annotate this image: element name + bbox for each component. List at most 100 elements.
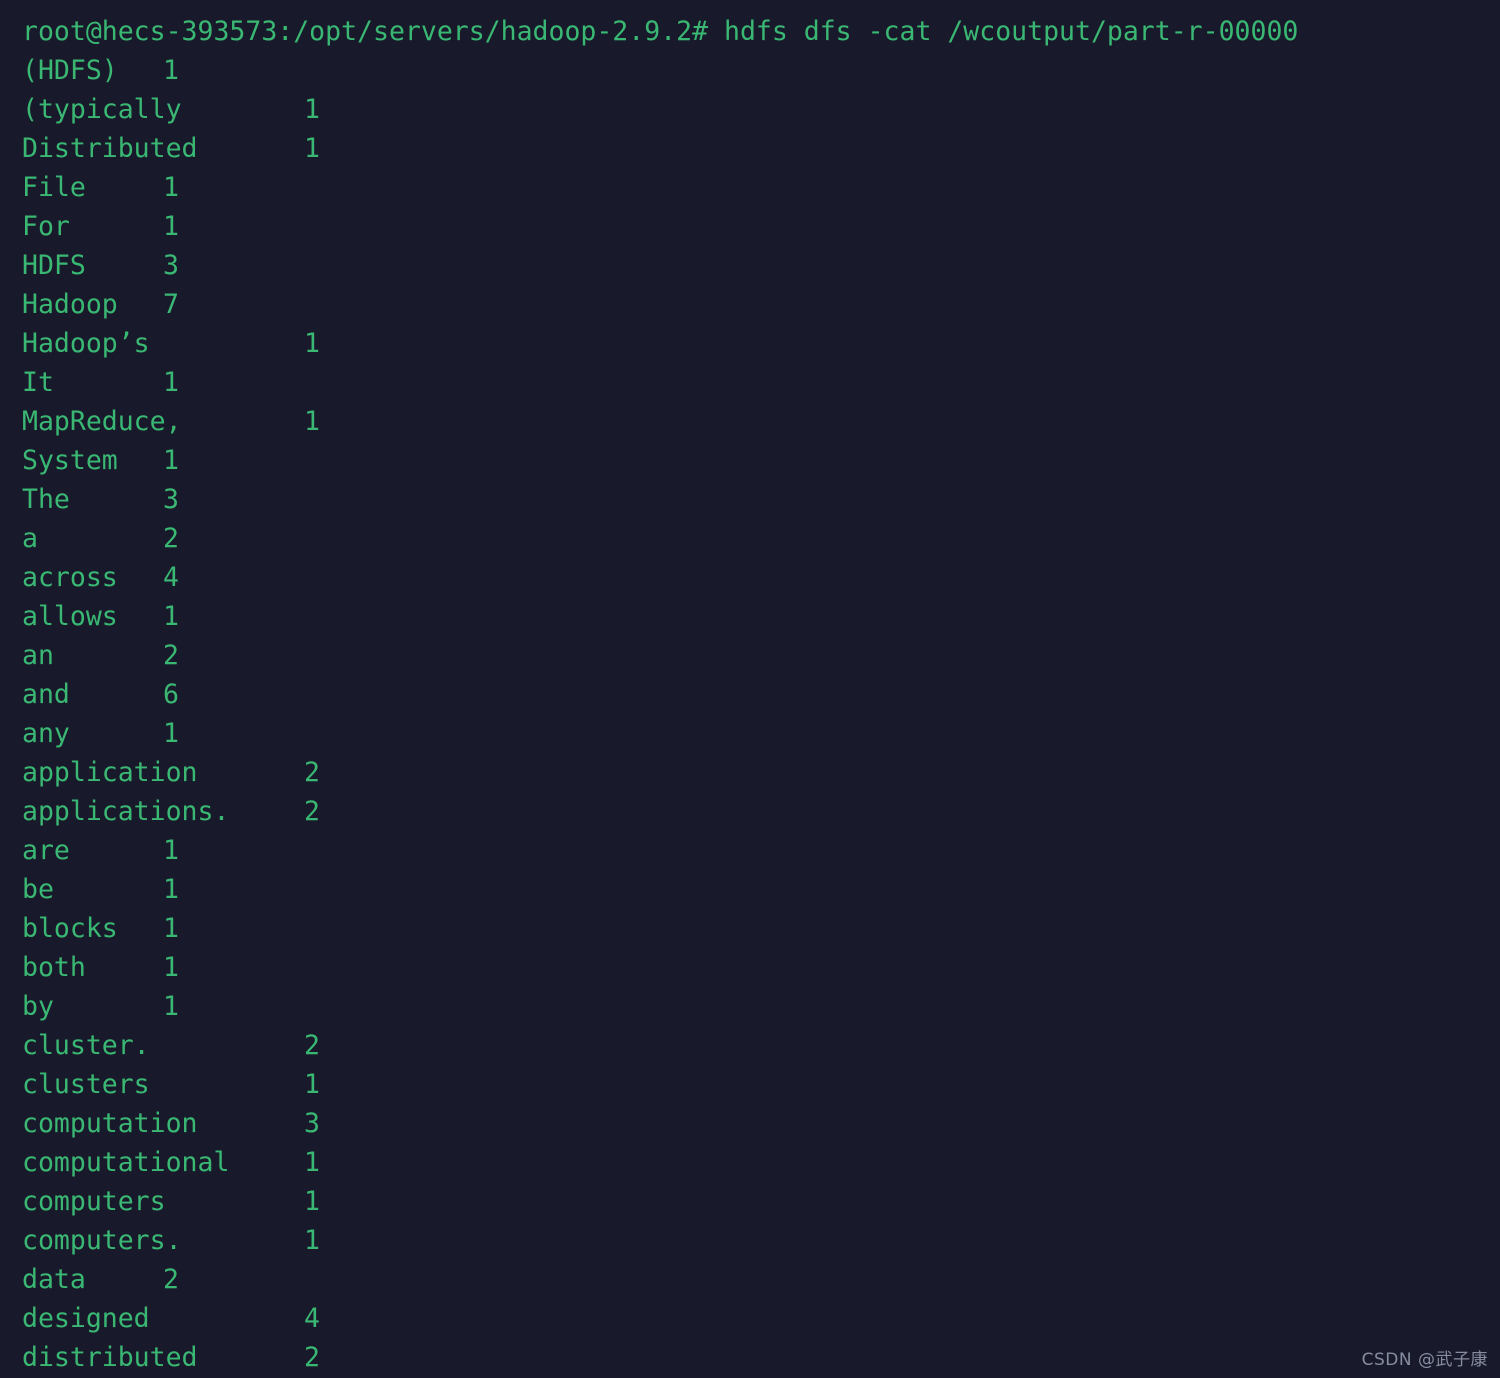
word-count-row: Hadoop’s 1 <box>22 324 1500 363</box>
count-cell: 1 <box>163 913 179 944</box>
word-count-row: be 1 <box>22 870 1500 909</box>
word-cell: computational <box>22 1147 230 1178</box>
count-cell: 2 <box>304 796 320 827</box>
word-count-row: distributed 2 <box>22 1338 1500 1377</box>
word-count-row: Hadoop 7 <box>22 285 1500 324</box>
word-cell: by <box>22 991 54 1022</box>
word-count-row: are 1 <box>22 831 1500 870</box>
count-cell: 2 <box>304 757 320 788</box>
word-cell: computation <box>22 1108 198 1139</box>
word-cell: data <box>22 1264 86 1295</box>
word-cell: File <box>22 172 86 203</box>
word-count-row: designed 4 <box>22 1299 1500 1338</box>
word-cell: both <box>22 952 86 983</box>
word-count-row: computers 1 <box>22 1182 1500 1221</box>
word-cell: application <box>22 757 198 788</box>
word-cell: clusters <box>22 1069 150 1100</box>
word-cell: cluster. <box>22 1030 150 1061</box>
count-cell: 2 <box>163 523 179 554</box>
count-cell: 4 <box>163 562 179 593</box>
count-cell: 1 <box>304 1069 320 1100</box>
word-cell: Hadoop <box>22 289 118 320</box>
word-count-row: (HDFS) 1 <box>22 51 1500 90</box>
word-count-row: both 1 <box>22 948 1500 987</box>
word-cell: (typically <box>22 94 182 125</box>
count-cell: 1 <box>163 874 179 905</box>
word-cell: be <box>22 874 54 905</box>
word-cell: an <box>22 640 54 671</box>
word-cell: HDFS <box>22 250 86 281</box>
word-count-row: and 6 <box>22 675 1500 714</box>
word-count-row: a2 <box>22 519 1500 558</box>
word-cell: applications. <box>22 796 230 827</box>
count-cell: 1 <box>163 835 179 866</box>
count-cell: 2 <box>304 1030 320 1061</box>
word-count-row: computational 1 <box>22 1143 1500 1182</box>
word-count-row: Distributed 1 <box>22 129 1500 168</box>
word-cell: blocks <box>22 913 118 944</box>
count-cell: 3 <box>163 484 179 515</box>
count-cell: 1 <box>163 55 179 86</box>
word-cell: System <box>22 445 118 476</box>
count-cell: 1 <box>163 445 179 476</box>
word-count-row: MapReduce, 1 <box>22 402 1500 441</box>
word-cell: (HDFS) <box>22 55 118 86</box>
word-cell: computers. <box>22 1225 182 1256</box>
word-cell: computers <box>22 1186 166 1217</box>
word-cell: allows <box>22 601 118 632</box>
word-count-row: an 2 <box>22 636 1500 675</box>
word-count-row: application 2 <box>22 753 1500 792</box>
count-cell: 1 <box>304 1186 320 1217</box>
word-cell: across <box>22 562 118 593</box>
word-count-row: For 1 <box>22 207 1500 246</box>
command-output: (HDFS) 1 (typically 1 Distributed 1 File 1 For 1 H… <box>22 51 1500 1377</box>
word-count-row: applications. 2 <box>22 792 1500 831</box>
shell-prompt-line: root@hecs-393573:/opt/servers/hadoop-2.9… <box>22 16 1299 47</box>
count-cell: 1 <box>304 1225 320 1256</box>
count-cell: 1 <box>163 991 179 1022</box>
word-count-row: computers. 1 <box>22 1221 1500 1260</box>
count-cell: 3 <box>163 250 179 281</box>
count-cell: 1 <box>304 1147 320 1178</box>
word-count-row: across 4 <box>22 558 1500 597</box>
word-count-row: by 1 <box>22 987 1500 1026</box>
word-count-row: data 2 <box>22 1260 1500 1299</box>
count-cell: 1 <box>163 211 179 242</box>
count-cell: 1 <box>163 601 179 632</box>
word-cell: For <box>22 211 70 242</box>
word-cell: a <box>22 523 38 554</box>
terminal-window[interactable]: root@hecs-393573:/opt/servers/hadoop-2.9… <box>0 0 1500 1378</box>
word-cell: distributed <box>22 1342 198 1373</box>
word-count-row: cluster. 2 <box>22 1026 1500 1065</box>
word-cell: MapReduce, <box>22 406 182 437</box>
word-cell: any <box>22 718 70 749</box>
count-cell: 1 <box>304 133 320 164</box>
word-cell: and <box>22 679 70 710</box>
count-cell: 1 <box>163 172 179 203</box>
word-count-row: HDFS 3 <box>22 246 1500 285</box>
word-count-row: clusters 1 <box>22 1065 1500 1104</box>
count-cell: 3 <box>304 1108 320 1139</box>
word-cell: The <box>22 484 70 515</box>
word-count-row: computation 3 <box>22 1104 1500 1143</box>
count-cell: 2 <box>304 1342 320 1373</box>
word-cell: Hadoop’s <box>22 328 150 359</box>
count-cell: 1 <box>163 952 179 983</box>
word-cell: It <box>22 367 54 398</box>
word-count-row: The 3 <box>22 480 1500 519</box>
count-cell: 2 <box>163 640 179 671</box>
word-cell: are <box>22 835 70 866</box>
count-cell: 2 <box>163 1264 179 1295</box>
word-count-row: System 1 <box>22 441 1500 480</box>
count-cell: 1 <box>304 94 320 125</box>
word-cell: Distributed <box>22 133 198 164</box>
word-count-row: File 1 <box>22 168 1500 207</box>
count-cell: 1 <box>163 718 179 749</box>
word-count-row: It 1 <box>22 363 1500 402</box>
count-cell: 7 <box>163 289 179 320</box>
count-cell: 1 <box>304 406 320 437</box>
word-count-row: (typically 1 <box>22 90 1500 129</box>
count-cell: 1 <box>304 328 320 359</box>
word-count-row: blocks 1 <box>22 909 1500 948</box>
count-cell: 4 <box>304 1303 320 1334</box>
